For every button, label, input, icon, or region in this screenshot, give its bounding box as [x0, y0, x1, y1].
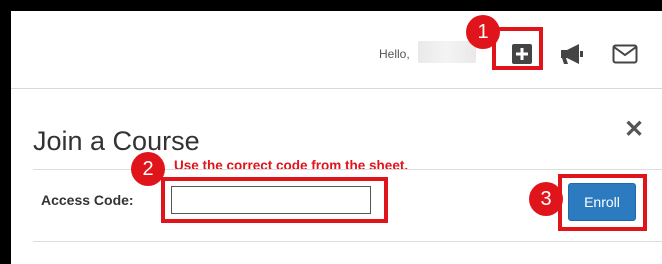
greeting-text: Hello,: [379, 47, 410, 61]
close-icon[interactable]: ✕: [624, 115, 644, 144]
callout-badge-1: 1: [466, 15, 500, 49]
access-code-label: Access Code:: [41, 192, 134, 208]
modal-divider-bottom: [33, 241, 662, 242]
callout-hint-text: Use the correct code from the sheet.: [174, 158, 409, 173]
announcement-icon[interactable]: [558, 42, 586, 66]
callout-box-enroll: [558, 174, 647, 231]
redacted-username: [418, 41, 476, 63]
modal-divider-top: [33, 169, 662, 170]
top-navigation-bar: Hello,: [11, 11, 662, 89]
mail-icon[interactable]: [612, 44, 638, 64]
callout-badge-2: 2: [131, 152, 165, 186]
modal-title: Join a Course: [33, 126, 200, 156]
callout-badge-3: 3: [529, 182, 563, 216]
app-window: Hello, 1 Join a Course ✕ Use the correct…: [11, 11, 662, 264]
callout-box-access-code: [161, 177, 388, 223]
